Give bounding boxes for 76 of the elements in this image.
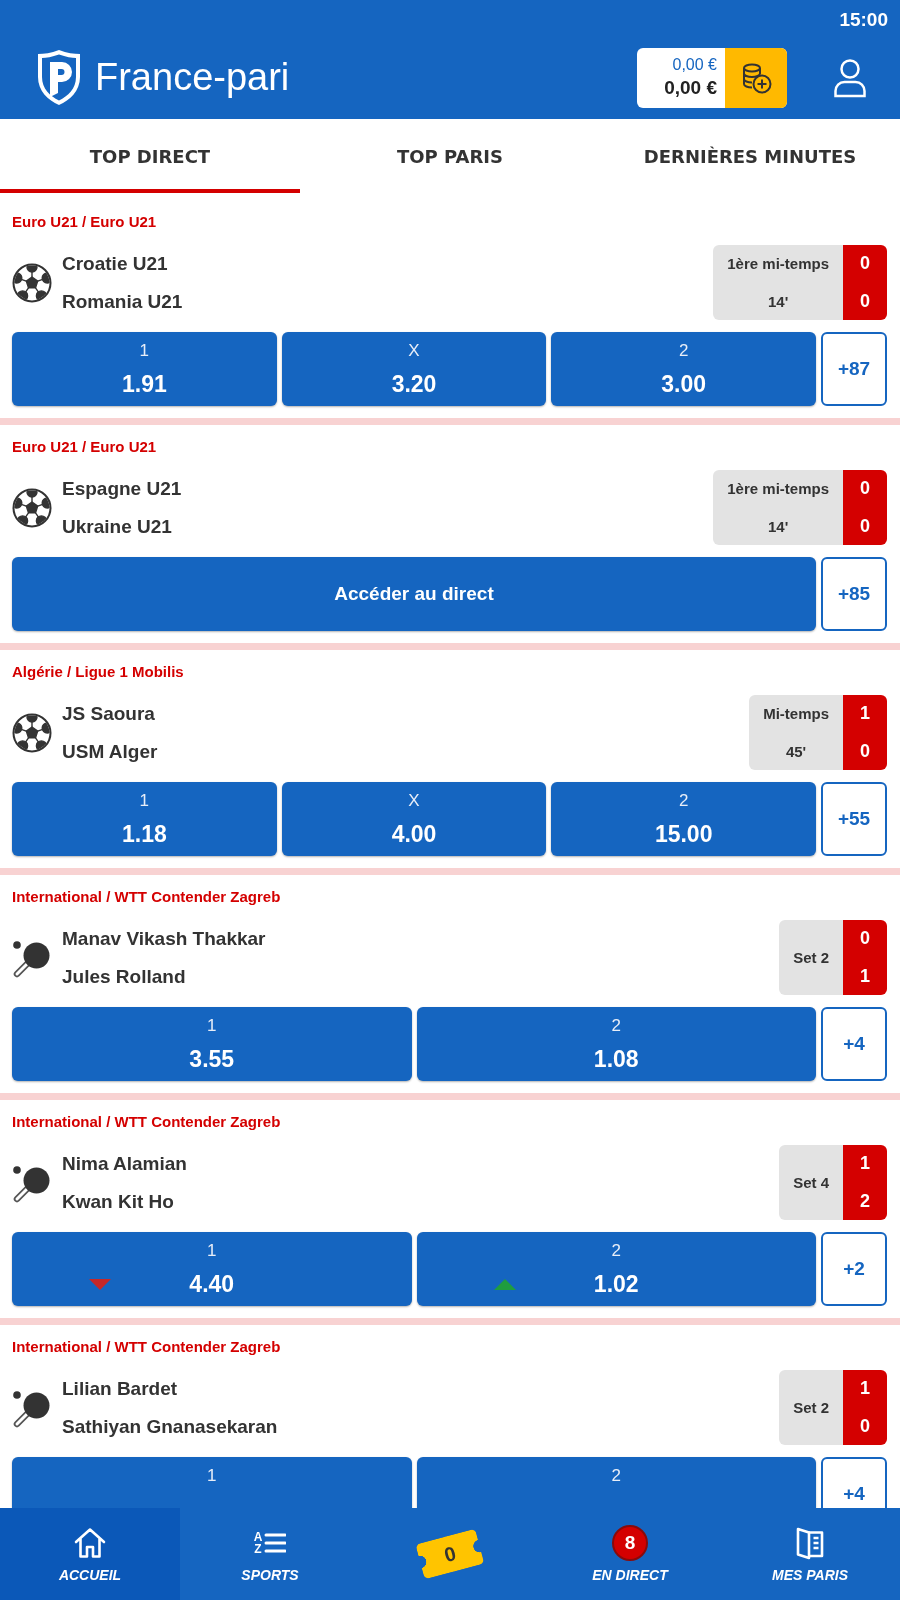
nav-tab[interactable]: MES PARIS	[720, 1508, 900, 1600]
soccer-ball-icon	[12, 262, 52, 303]
score-value: 1	[860, 964, 870, 988]
score-value: 0	[860, 252, 870, 275]
match-period: Mi-temps	[763, 704, 829, 724]
match-period: Set 4	[793, 1172, 829, 1193]
score-value: 0	[860, 477, 870, 500]
match-clock: 45'	[785, 741, 807, 762]
league-label: International / WTT Contender Zagreb	[12, 1337, 282, 1357]
team-name: USM Alger	[62, 739, 158, 764]
more-bets-button[interactable]: +85	[821, 557, 887, 631]
odds-button[interactable]: 2 1.08	[416, 1007, 816, 1081]
home-icon	[72, 1525, 108, 1561]
nav-tab[interactable]: ACCUEIL	[0, 1508, 180, 1600]
score-value: 0	[860, 927, 870, 950]
odds-button[interactable]: 1	[12, 1457, 412, 1508]
odds-button[interactable]: 2 3.00	[551, 332, 816, 406]
more-bets-button[interactable]: +4	[821, 1457, 887, 1508]
match-clock: 14'	[768, 291, 789, 312]
match-period: 1ère mi-temps	[727, 254, 829, 274]
balance-amount: 0,00 €	[664, 77, 717, 99]
match-period: Set 2	[793, 947, 829, 968]
match-clock: 14'	[768, 516, 789, 537]
odds-button[interactable]: 1 1.91	[12, 332, 277, 406]
odds-button[interactable]: 2 1.02	[416, 1232, 816, 1306]
user-icon[interactable]	[833, 57, 867, 98]
league-label: International / WTT Contender Zagreb	[12, 1112, 282, 1132]
odds-button[interactable]: X 3.20	[281, 332, 547, 406]
score-value: 1	[860, 702, 870, 725]
odds-button[interactable]: 1 1.18	[12, 782, 277, 856]
team-name: JS Saoura	[62, 702, 155, 726]
more-bets-button[interactable]: +2	[821, 1232, 887, 1306]
league-label: Algérie / Ligue 1 Mobilis	[12, 662, 185, 682]
more-bets-button[interactable]: +87	[821, 332, 887, 406]
odds-button[interactable]: 1 4.40	[12, 1232, 412, 1306]
match-period: 1ère mi-temps	[727, 479, 829, 499]
odds-button[interactable]: X 4.00	[281, 782, 547, 856]
team-name: Manav Vikash Thakkar	[62, 927, 266, 951]
odds-button[interactable]: 2	[416, 1457, 816, 1508]
score-value: 1	[860, 1152, 870, 1175]
live-count-badge: 8	[612, 1525, 648, 1561]
team-name: Espagne U21	[62, 477, 182, 501]
score-value: 1	[860, 1377, 870, 1400]
balance-amount: 0,00 €	[672, 56, 717, 74]
match-period: Set 2	[793, 1397, 829, 1418]
live-match-button[interactable]: Accéder au direct	[12, 557, 816, 631]
score-value: 0	[860, 1414, 870, 1438]
nav-tab[interactable]: 8 EN DIRECT	[540, 1508, 720, 1600]
nav-tab[interactable]: A Z SPORTS	[180, 1508, 360, 1600]
odds-button[interactable]: 1 3.55	[12, 1007, 412, 1081]
league-label: Euro U21 / Euro U21	[12, 437, 158, 457]
logo-text: France-pari	[95, 56, 290, 99]
odds-button[interactable]: 2 15.00	[551, 782, 816, 856]
soccer-ball-icon	[12, 712, 52, 753]
ticket-count-badge: 0	[415, 1528, 485, 1580]
team-name: Jules Rolland	[62, 964, 186, 989]
score-value: 0	[860, 514, 870, 538]
league-label: International / WTT Contender Zagreb	[12, 887, 282, 907]
score-value: 0	[860, 739, 870, 763]
score-value: 2	[860, 1189, 870, 1213]
more-bets-button[interactable]: +4	[821, 1007, 887, 1081]
shield-logo-icon	[36, 49, 82, 106]
deposit-button[interactable]	[725, 47, 787, 108]
soccer-ball-icon	[12, 487, 52, 528]
team-name: Lilian Bardet	[62, 1377, 178, 1401]
team-name: Sathiyan Gnanasekaran	[62, 1414, 278, 1439]
team-name: Romania U21	[62, 289, 183, 314]
team-name: Croatie U21	[62, 252, 168, 276]
status-time: 15:00	[839, 9, 888, 31]
betslip-button[interactable]: 0	[360, 1508, 540, 1600]
more-bets-button[interactable]: +55	[821, 782, 887, 856]
league-label: Euro U21 / Euro U21	[12, 212, 158, 232]
team-name: Kwan Kit Ho	[62, 1189, 174, 1214]
team-name: Nima Alamian	[62, 1152, 187, 1176]
score-value: 0	[860, 289, 870, 313]
team-name: Ukraine U21	[62, 514, 172, 539]
